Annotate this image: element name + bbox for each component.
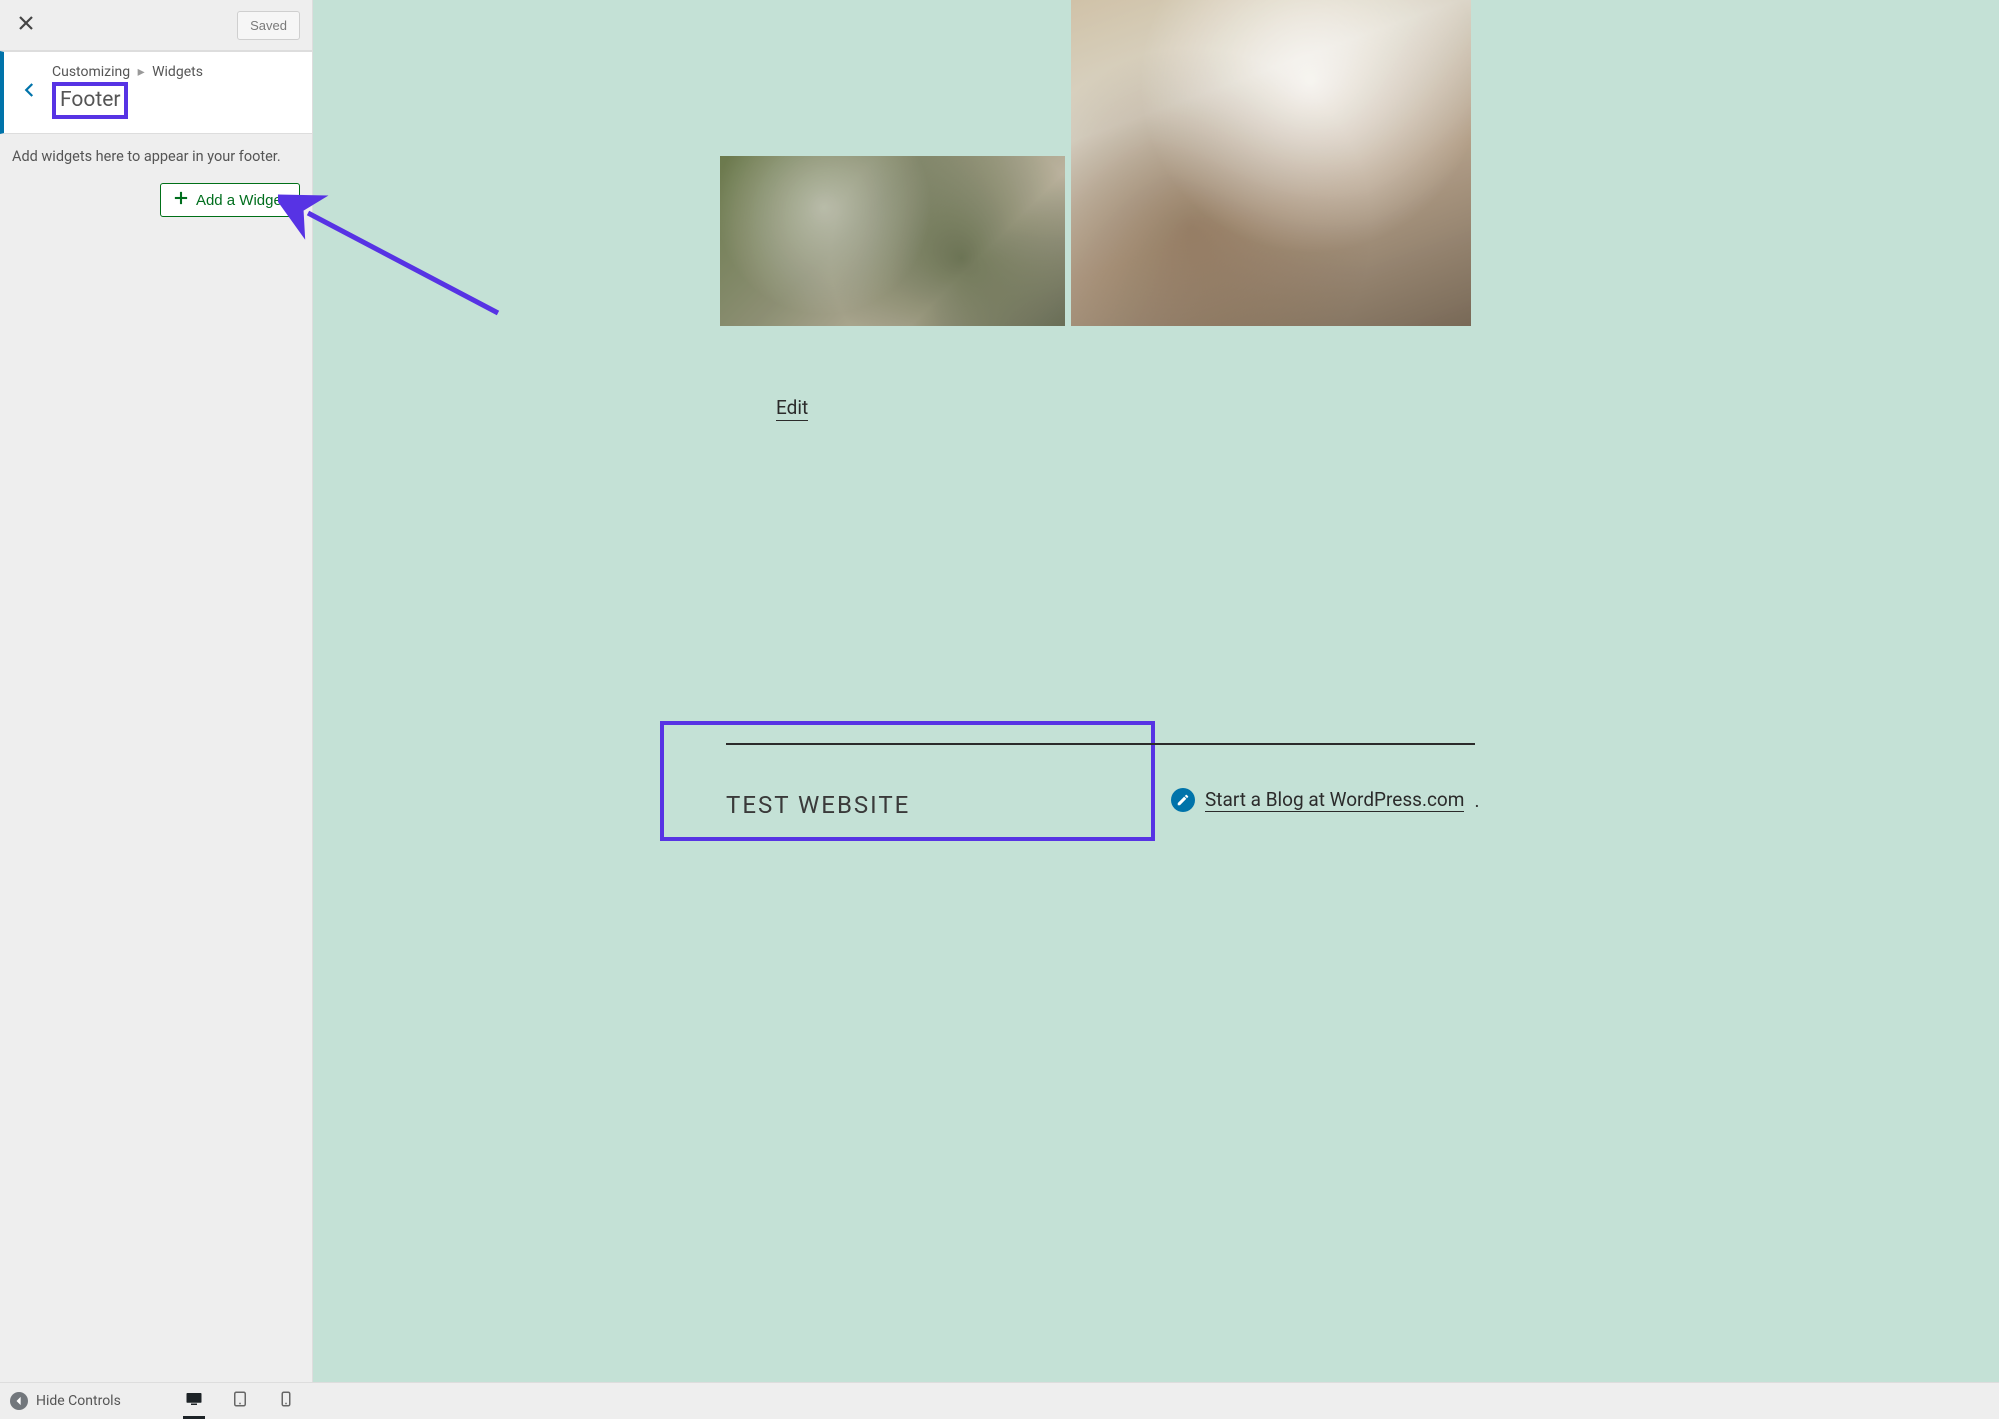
footer-site-title: TEST WEBSITE <box>726 791 1089 819</box>
hide-controls-button[interactable]: Hide Controls <box>10 1392 121 1410</box>
customizer-sidebar: Saved Customizing ▸ Widgets <box>0 0 313 1382</box>
footer-divider <box>726 743 1475 745</box>
device-mobile-button[interactable] <box>273 1388 299 1414</box>
add-widget-row: Add a Widget <box>12 183 300 217</box>
mobile-icon <box>277 1390 295 1412</box>
close-icon <box>18 15 34 35</box>
hide-controls-label: Hide Controls <box>36 1393 121 1409</box>
add-widget-button[interactable]: Add a Widget <box>160 183 300 217</box>
wp-blog-link-period: . <box>1474 789 1479 812</box>
tablet-icon <box>231 1390 249 1412</box>
preview-image-row <box>720 0 1999 326</box>
main-area: Saved Customizing ▸ Widgets <box>0 0 1999 1382</box>
sidebar-header: Customizing ▸ Widgets Footer <box>0 51 312 134</box>
section-title: Footer <box>52 82 128 119</box>
chevron-left-icon <box>21 81 39 103</box>
customizer-app: Saved Customizing ▸ Widgets <box>0 0 1999 1419</box>
device-desktop-button[interactable] <box>181 1388 207 1414</box>
device-tablet-button[interactable] <box>227 1388 253 1414</box>
breadcrumb-parent: Customizing <box>52 64 130 80</box>
sidebar-topbar: Saved <box>0 0 312 51</box>
desktop-icon <box>185 1390 203 1412</box>
bottom-bar: Hide Controls <box>0 1382 1999 1419</box>
section-description: Add widgets here to appear in your foote… <box>12 148 300 165</box>
close-button[interactable] <box>12 11 40 39</box>
site-preview[interactable]: Edit TEST WEBSITE <box>313 0 1999 1382</box>
breadcrumb: Customizing ▸ Widgets Footer <box>52 64 203 119</box>
pencil-badge-icon <box>1171 788 1195 812</box>
preview-image <box>1071 0 1471 326</box>
breadcrumb-child: Widgets <box>152 64 203 80</box>
device-switcher <box>181 1388 299 1414</box>
wp-blog-link[interactable]: Start a Blog at WordPress.com . <box>1171 788 1479 812</box>
preview-image <box>720 156 1065 326</box>
back-button[interactable] <box>18 72 42 112</box>
preview-wrap: Edit TEST WEBSITE <box>313 0 1999 1382</box>
wp-blog-link-text: Start a Blog at WordPress.com <box>1205 788 1464 812</box>
preview-footer-highlight: TEST WEBSITE <box>660 721 1155 841</box>
saved-button: Saved <box>237 11 300 40</box>
breadcrumb-separator: ▸ <box>138 64 145 80</box>
preview-body: Edit TEST WEBSITE <box>313 0 1999 951</box>
collapse-icon <box>10 1392 28 1410</box>
breadcrumb-line: Customizing ▸ Widgets <box>52 64 203 80</box>
sidebar-body: Add widgets here to appear in your foote… <box>0 134 312 1382</box>
plus-icon <box>174 191 188 209</box>
add-widget-label: Add a Widget <box>196 192 286 209</box>
edit-link[interactable]: Edit <box>776 396 808 421</box>
